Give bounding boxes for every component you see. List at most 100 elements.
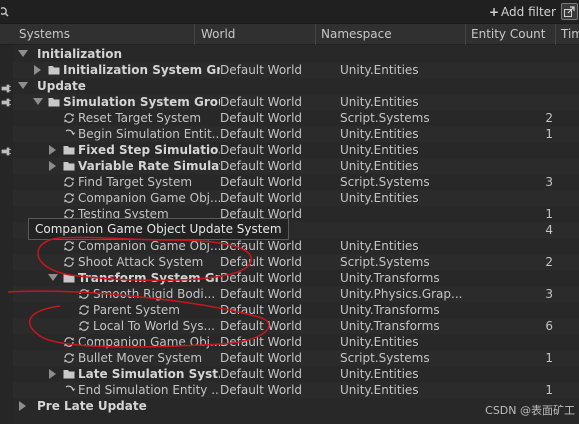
world-cell: Default World — [220, 63, 303, 77]
system-name: Bullet Mover System — [78, 351, 203, 365]
watermark: CSDN @表面矿工 — [485, 404, 575, 417]
tree-row[interactable]: Smooth Rigid Bodi... Default World Unity.P… — [13, 286, 579, 302]
system-cycle-icon — [64, 177, 74, 187]
plug-pin-icon[interactable] — [1, 97, 12, 108]
tree-row[interactable]: Initialization System Gr... Default World… — [13, 62, 579, 78]
namespace-cell: Unity.Transforms — [340, 319, 440, 333]
tree-section-row[interactable]: Initialization — [13, 46, 579, 62]
namespace-cell: Script.Systems — [340, 351, 430, 365]
expand-arrow-closed-icon[interactable] — [34, 65, 41, 75]
namespace-cell: Unity.Entities — [340, 191, 419, 205]
column-header-time[interactable]: Tim — [558, 24, 579, 45]
tree-row[interactable]: Companion Game Obj... Default World Unity.… — [13, 238, 579, 254]
plug-pin-icon[interactable] — [1, 83, 12, 94]
namespace-cell: Unity.Entities — [340, 367, 419, 381]
tree-row[interactable]: Transform System Gr... Default World Unity… — [13, 270, 579, 286]
tree-row[interactable]: Local To World Sys... Default World Unity.… — [13, 318, 579, 334]
tree-row[interactable]: Bullet Mover System Default World Script.S… — [13, 350, 579, 366]
expand-arrow-closed-icon[interactable] — [19, 401, 26, 411]
search-icon[interactable] — [0, 4, 13, 18]
plug-pin-icon[interactable] — [1, 146, 12, 157]
namespace-cell: Unity.Entities — [340, 335, 419, 349]
tree-row[interactable]: Companion Game Obj... Default World Unity.… — [13, 190, 579, 206]
world-cell: Default World — [220, 175, 303, 189]
tree-row[interactable]: End Simulation Entity ... Default World Un… — [13, 382, 579, 398]
namespace-cell: Unity.Entities — [340, 63, 419, 77]
world-cell: Default World — [220, 351, 303, 365]
world-cell: Default World — [220, 95, 303, 109]
tree-row[interactable]: Reset Target System Default World Script.S… — [13, 110, 579, 126]
tree-row[interactable]: Shoot Attack System Default World Script.S… — [13, 254, 579, 270]
entity-count-cell — [483, 46, 553, 62]
world-cell — [220, 398, 338, 414]
system-name: Late Simulation Syst... — [78, 367, 220, 381]
column-header-namespace[interactable]: Namespace — [318, 24, 466, 45]
tree-row[interactable]: Find Target System Default World Script.Sy… — [13, 174, 579, 190]
system-name: Fixed Step Simulatio... — [78, 143, 220, 157]
tree-row[interactable]: Parent System Default World Unity.Transfor… — [13, 302, 579, 318]
expand-arrow-open-icon[interactable] — [48, 274, 58, 281]
system-name: Smooth Rigid Bodi... — [93, 287, 216, 301]
entity-count-cell — [483, 366, 553, 382]
folder-icon — [48, 98, 60, 107]
tree-row[interactable]: Begin Simulation Entit... Default World Un… — [13, 126, 579, 142]
world-cell: Default World — [220, 335, 303, 349]
entity-count-cell: 1 — [545, 351, 553, 365]
world-cell: Default World — [220, 111, 303, 125]
entity-count-cell: 3 — [545, 287, 553, 301]
tree-row[interactable]: Companion Game Obj... Default World Unity.… — [13, 334, 579, 350]
folder-icon — [63, 370, 75, 379]
system-cycle-icon — [64, 257, 74, 267]
entity-count-cell: 1 — [545, 127, 553, 141]
system-name: Pre Late Update — [37, 399, 147, 413]
tree-row[interactable]: Late Simulation Syst... Default World Unit… — [13, 366, 579, 382]
column-header-world[interactable]: World — [198, 24, 316, 45]
system-name: End Simulation Entity ... — [78, 383, 220, 397]
column-header-systems[interactable]: Systems — [16, 24, 195, 45]
expand-arrow-closed-icon[interactable] — [49, 145, 56, 155]
expand-arrow-open-icon[interactable] — [33, 98, 43, 105]
system-name: Initialization — [37, 47, 123, 61]
world-cell: Default World — [220, 367, 303, 381]
tree-row[interactable]: Fixed Step Simulatio... Default World Unit… — [13, 142, 579, 158]
command-buffer-icon — [65, 129, 75, 136]
expand-arrow-closed-icon[interactable] — [49, 369, 56, 379]
expand-arrow-open-icon[interactable] — [18, 82, 28, 89]
tree-section-row[interactable]: Update — [13, 78, 579, 94]
entity-count-cell: 2 — [545, 255, 553, 269]
world-cell — [220, 46, 338, 62]
system-name: Find Target System — [78, 175, 193, 189]
expand-arrow-open-icon[interactable] — [18, 50, 28, 57]
namespace-cell: Unity.Entities — [340, 239, 419, 253]
folder-icon — [63, 146, 75, 155]
world-cell: Default World — [220, 127, 303, 141]
system-name: Variable Rate Simulat... — [78, 159, 220, 173]
system-cycle-icon — [79, 321, 89, 331]
system-name: Companion Game Obj... — [78, 335, 220, 349]
entity-count-cell — [483, 78, 553, 94]
entity-count-cell — [483, 62, 553, 78]
system-name: Companion Game Obj... — [78, 191, 220, 205]
system-name: Companion Game Obj... — [78, 239, 220, 253]
entity-count-cell: 1 — [545, 383, 553, 397]
column-header-entity-count[interactable]: Entity Count — [468, 24, 556, 45]
expand-arrow-closed-icon[interactable] — [49, 161, 56, 171]
system-cycle-icon — [64, 193, 74, 203]
column-header-row: Systems World Namespace Entity Count Tim — [0, 24, 579, 45]
system-name: Reset Target System — [78, 111, 202, 125]
world-cell — [220, 78, 338, 94]
tree-row[interactable]: Variable Rate Simulat...Default World Uni… — [13, 158, 579, 174]
tooltip: Companion Game Object Update System — [28, 218, 289, 240]
world-cell: Default World — [220, 143, 303, 157]
entity-count-cell — [483, 270, 553, 286]
namespace-cell: Script.Systems — [340, 111, 430, 125]
entity-count-cell: 2 — [545, 111, 553, 125]
namespace-cell — [340, 398, 480, 414]
world-cell: Default World — [220, 255, 303, 269]
system-cycle-icon — [64, 113, 74, 123]
system-cycle-icon — [64, 353, 74, 363]
dock-corner-button[interactable] — [561, 3, 578, 20]
add-filter-button[interactable]: + Add filter — [487, 3, 558, 21]
world-cell: Default World — [220, 159, 303, 173]
tree-row[interactable]: Simulation System Group Default World Unit… — [13, 94, 579, 110]
